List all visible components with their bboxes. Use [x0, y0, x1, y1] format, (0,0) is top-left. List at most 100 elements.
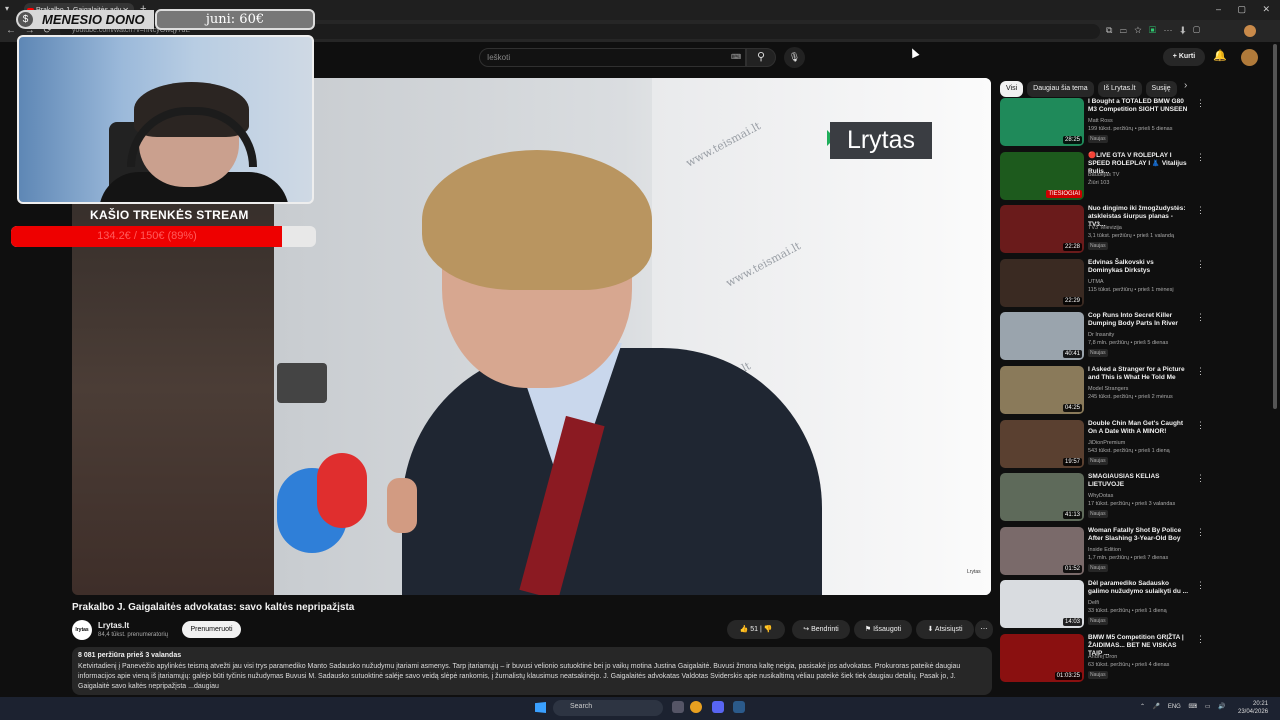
goal-title: KAŠIO TRENKĖS STREAM — [90, 208, 249, 222]
save-label: Išsaugoti — [873, 626, 902, 633]
taskview-icon[interactable] — [672, 701, 684, 713]
recommendation-item[interactable]: 19:57 Double Chin Man Get's Caught On A D… — [1000, 419, 1205, 470]
recommendation-channel: TV3 Televizija — [1088, 225, 1122, 232]
dono-title: MENESIO DONO — [42, 12, 145, 27]
taskbar-clock[interactable]: 20:21 23/04/2026 — [1238, 700, 1268, 716]
wall-print: www.teismai.lt — [683, 119, 763, 170]
subscribe-button[interactable]: Prenumeruoti — [182, 621, 241, 638]
recommendation-channel: Matt Ross — [1088, 118, 1113, 124]
more-options-icon[interactable]: ⋮ — [1196, 98, 1205, 109]
system-tray[interactable]: ⌃ 🎤 ENG ⌨ ▭ 🔊 — [1140, 703, 1226, 710]
recommendation-item[interactable]: 04:25 I Asked a Stranger for a Picture an… — [1000, 366, 1205, 416]
more-options-icon[interactable]: ⋮ — [1196, 312, 1205, 323]
clock-time: 20:21 — [1253, 701, 1269, 707]
recommendation-thumbnail[interactable]: 40:41 — [1000, 312, 1084, 361]
recommendation-item[interactable]: 01:52 Woman Fatally Shot By Police After … — [1000, 526, 1205, 577]
recommendation-item[interactable]: 22:28 Nuo dingimo iki žmogžudystės: atskl… — [1000, 205, 1205, 255]
chip-related[interactable]: Susiję — [1145, 81, 1177, 97]
search-icon[interactable]: ⚲ — [746, 48, 776, 67]
channel-avatar[interactable]: lrytas — [72, 620, 92, 640]
lrytas-logo: Lrytas — [830, 122, 932, 159]
steam-icon[interactable] — [733, 701, 745, 713]
create-label: Kurti — [1178, 53, 1196, 60]
recommendation-meta: 543 tūkst. peržiūrų • prieš 1 dieną — [1088, 447, 1170, 454]
more-actions-icon[interactable]: ⋯ — [975, 620, 993, 639]
recommendation-channel: Dr Insanity — [1088, 332, 1115, 339]
red-microphone — [317, 453, 367, 528]
microphone-icon[interactable]: 🎙 — [784, 47, 805, 68]
create-button[interactable]: + Kurti — [1163, 48, 1205, 66]
thumbs-up-icon[interactable]: 👍 — [740, 626, 749, 633]
more-options-icon[interactable]: ⋮ — [1196, 420, 1205, 431]
recommendation-item[interactable]: 14:03 Dėl paramediko Sadausko galimo nužu… — [1000, 580, 1205, 630]
share-label: Bendrinti — [811, 626, 839, 633]
recommendation-thumbnail[interactable]: 01:03:25 — [1000, 634, 1084, 682]
extensions-icons[interactable]: ⧉ ▭ ☆ ▣ ⋯ ⬇ ▢ — [1106, 25, 1200, 36]
recommendation-thumbnail[interactable]: 04:25 — [1000, 366, 1084, 414]
share-button[interactable]: ↪ Bendrinti — [792, 620, 850, 639]
duration-badge: 22:28 — [1062, 243, 1082, 252]
taskbar-search[interactable]: Search — [553, 700, 663, 716]
recommendation-meta: 7,8 mln. peržiūrų • prieš 5 dienas — [1088, 340, 1169, 347]
notifications-bell-icon[interactable]: 🔔 — [1213, 49, 1227, 62]
wall-print: www.teismai.lt — [723, 239, 803, 290]
recommendation-thumbnail[interactable]: 28:25 — [1000, 98, 1084, 146]
recommendation-title: Double Chin Man Get's Caught On A Date W… — [1088, 419, 1184, 435]
recommendation-meta: 3,1 tūkst. peržiūrų • prieš 1 valandą — [1088, 233, 1174, 240]
more-options-icon[interactable]: ⋮ — [1196, 473, 1205, 484]
more-options-icon[interactable]: ⋮ — [1196, 205, 1205, 216]
more-options-icon[interactable]: ⋮ — [1196, 152, 1205, 163]
tab-search-icon[interactable]: ▾ — [5, 4, 9, 13]
recommendation-thumbnail[interactable]: 14:03 — [1000, 580, 1084, 629]
speaker-hair — [422, 150, 652, 290]
new-badge: Naujas — [1088, 563, 1108, 572]
more-options-icon[interactable]: ⋮ — [1196, 527, 1205, 538]
windows-start-icon[interactable] — [535, 702, 546, 713]
keyboard-icon[interactable]: ⌨ — [731, 53, 741, 61]
recommendation-title: I Bought a TOTALED BMW G80 M3 Competitio… — [1088, 98, 1188, 113]
chrome-icon[interactable] — [690, 701, 702, 713]
recommendation-thumbnail[interactable]: 22:28 — [1000, 205, 1084, 254]
save-button[interactable]: ⚑ Išsaugoti — [854, 620, 912, 639]
discord-icon[interactable] — [712, 701, 724, 713]
thumbs-down-icon[interactable]: 👎 — [764, 626, 773, 633]
recommendation-thumbnail[interactable]: TIESIOGIAI — [1000, 151, 1084, 200]
language-indicator[interactable]: ENG — [1168, 704, 1181, 710]
like-dislike-button[interactable]: 👍 51 | 👎 — [727, 620, 785, 639]
window-controls[interactable]: – ▢ ✕ — [1216, 4, 1270, 15]
browser-profile-avatar[interactable] — [1244, 25, 1256, 37]
channel-name[interactable]: Lrytas.lt — [98, 621, 129, 630]
recommendation-thumbnail[interactable]: 19:57 — [1000, 419, 1084, 468]
more-options-icon[interactable]: ⋮ — [1196, 259, 1205, 270]
recommendation-item[interactable]: 22:29 Edvinas Šalkovski vs Dominykas Dirk… — [1000, 258, 1205, 309]
chip-related-topic[interactable]: Daugiau šia tema — [1027, 81, 1094, 97]
chevron-right-icon[interactable]: › — [1184, 80, 1187, 91]
recommendation-item[interactable]: 28:25 I Bought a TOTALED BMW G80 M3 Compe… — [1000, 98, 1205, 148]
recommendation-meta: Žiūri 103 — [1088, 179, 1110, 186]
recommendation-item[interactable]: 40:41 Cop Runs Into Secret Killer Dumping… — [1000, 312, 1205, 362]
recommendation-item[interactable]: 01:03:25 BMW M5 Competition GRĮŽTA | ŽAID… — [1000, 634, 1205, 684]
youtube-avatar[interactable] — [1241, 49, 1258, 66]
recommendation-meta: 115 tūkst. peržiūrų • prieš 1 mėnesį — [1088, 286, 1174, 293]
more-options-icon[interactable]: ⋮ — [1196, 580, 1205, 591]
download-button[interactable]: ⬇ Atsisiųsti — [916, 620, 974, 639]
chip-all[interactable]: Visi — [1000, 81, 1024, 97]
filter-chips: Visi Daugiau šia tema Iš Lrytas.lt Susiję — [1000, 77, 1181, 97]
recommendation-meta: 63 tūkst. peržiūrų • prieš 4 dienas — [1088, 662, 1170, 668]
more-options-icon[interactable]: ⋮ — [1196, 366, 1205, 377]
recommendation-channel: Inside Edition — [1088, 546, 1122, 553]
scrollbar[interactable] — [1273, 44, 1277, 409]
search-input[interactable]: Ieškoti — [479, 48, 746, 67]
more-options-icon[interactable]: ⋮ — [1196, 634, 1205, 645]
recommendation-thumbnail[interactable]: 41:13 — [1000, 473, 1084, 522]
recommendation-thumbnail[interactable]: 22:29 — [1000, 258, 1084, 307]
recommendation-thumbnail[interactable]: 01:52 — [1000, 526, 1084, 575]
duration-badge: 04:25 — [1062, 404, 1082, 412]
video-title: Prakalbo J. Gaigalaitės advokatas: savo … — [72, 602, 355, 613]
recommendation-item[interactable]: 41:13 SMAGIAUSIAS KELIAS LIETUVOJE WhyDota… — [1000, 473, 1205, 523]
recommendation-title: Cop Runs Into Secret Killer Dumping Body… — [1088, 312, 1178, 328]
chip-from-channel[interactable]: Iš Lrytas.lt — [1097, 81, 1142, 97]
webcam-overlay — [17, 35, 314, 204]
recommendation-item[interactable]: TIESIOGIAI 🔴LIVE GTA V ROLEPLAY I SPEED R… — [1000, 151, 1205, 202]
description-box[interactable]: 8 081 peržiūra prieš 3 valandas Ketvirta… — [72, 647, 992, 695]
